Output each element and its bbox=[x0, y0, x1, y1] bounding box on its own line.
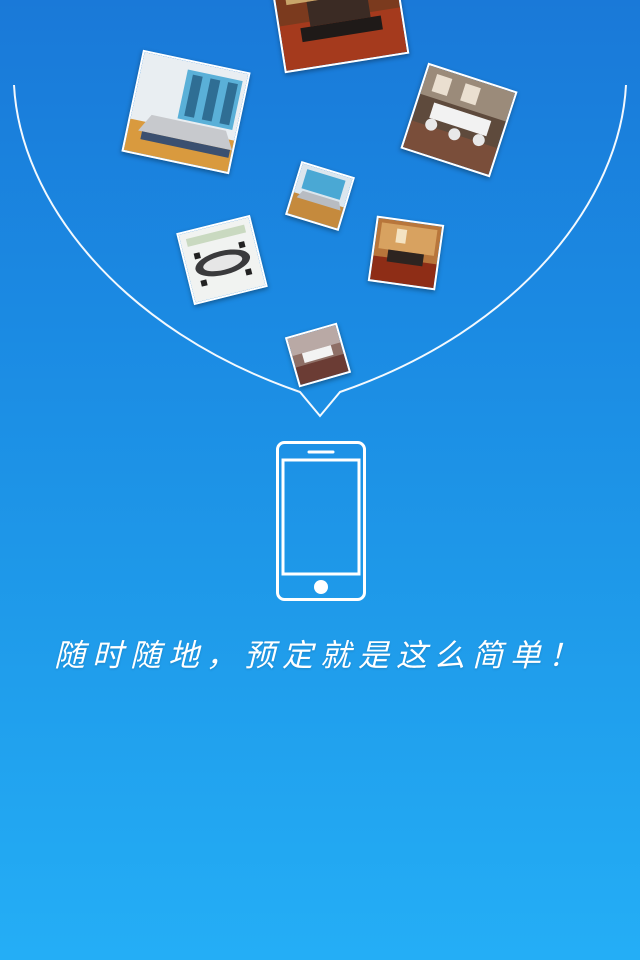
meeting-room-photo-2 bbox=[121, 49, 251, 175]
meeting-room-photo-6 bbox=[367, 215, 445, 291]
slogan-text: 随时随地，预定就是这么简单！ bbox=[54, 638, 586, 674]
splash-screen: 随时随地，预定就是这么简单！ bbox=[0, 0, 640, 960]
smartphone-icon bbox=[276, 441, 366, 601]
